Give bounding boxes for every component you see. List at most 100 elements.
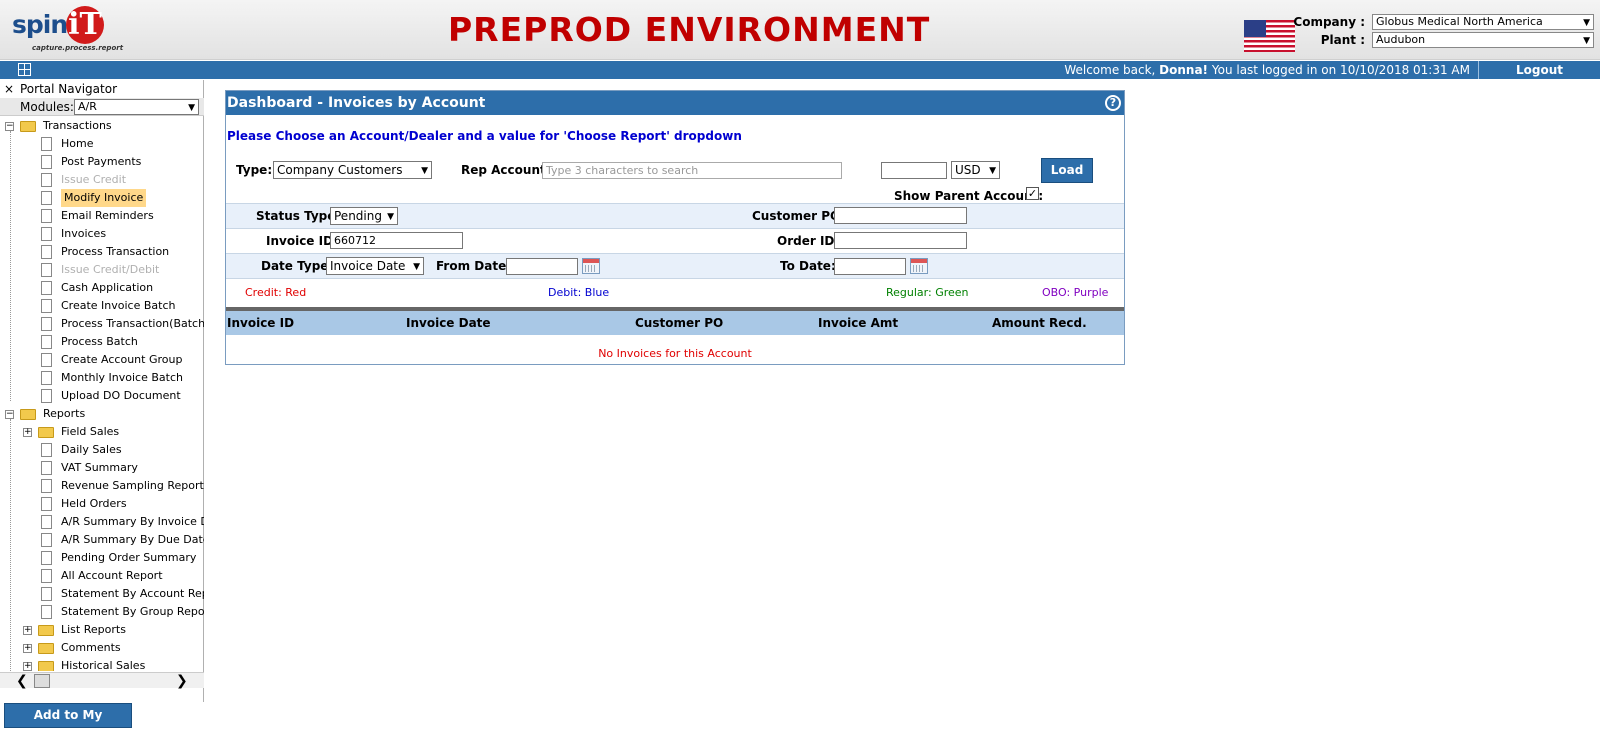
tree-folder-historical-sales[interactable]: + Historical Sales [0,657,204,671]
document-icon [41,389,52,403]
company-select[interactable]: Globus Medical North America ▼ [1372,14,1594,30]
invoice-id-input[interactable]: 660712 [330,232,463,249]
from-date-input[interactable] [506,258,578,275]
tree-item-revenue-sampling-report[interactable]: Revenue Sampling Report [0,477,204,495]
welcome-message: Welcome back, Donna! You last logged in … [1064,63,1470,77]
tree-item-all-account-report[interactable]: All Account Report [0,567,204,585]
tree-folder-list-reports[interactable]: + List Reports [0,621,204,639]
close-icon[interactable]: × [4,80,14,98]
tree-item-label: A/R Summary By Due Date [61,533,204,546]
document-icon [41,335,52,349]
add-to-favorites-button[interactable]: Add to My Favorites [4,703,132,745]
tree-folder-reports[interactable]: − Reports [0,405,204,423]
legend-credit: Credit: Red [245,286,307,299]
tree-item-label: Monthly Invoice Batch [61,371,183,384]
load-button[interactable]: Load [1041,158,1093,183]
amount-input[interactable] [881,162,947,179]
chevron-down-icon: ▼ [1583,18,1590,28]
tree-item-invoices[interactable]: Invoices [0,225,204,243]
tree-item-label: A/R Summary By Invoice Date [61,515,204,528]
collapse-icon[interactable]: − [5,410,14,419]
expand-icon[interactable]: + [23,644,32,653]
tree-item-process-transaction[interactable]: Process Transaction [0,243,204,261]
tree-folder-comments[interactable]: + Comments [0,639,204,657]
tree-item-label: Field Sales [61,425,120,438]
tree-folder-field-sales[interactable]: + Field Sales [0,423,204,441]
tree-item-held-orders[interactable]: Held Orders [0,495,204,513]
tree-item-create-invoice-batch[interactable]: Create Invoice Batch [0,297,204,315]
tree-item-pending-order-summary[interactable]: Pending Order Summary [0,549,204,567]
col-invoice-amt[interactable]: Invoice Amt [818,311,898,335]
top-nav-bar: Welcome back, Donna! You last logged in … [0,61,1600,79]
color-legend-row: Credit: Red Debit: Blue Regular: Green O… [226,278,1124,307]
col-invoice-id[interactable]: Invoice ID [227,311,294,335]
tree-item-statement-by-group-report[interactable]: Statement By Group Report [0,603,204,621]
type-select[interactable]: Company Customers ▼ [273,161,432,179]
logout-button[interactable]: Logout [1478,61,1600,79]
rep-account-input[interactable]: Type 3 characters to search [542,162,842,179]
empty-table-message: No Invoices for this Account [598,347,752,360]
tree-item-daily-sales[interactable]: Daily Sales [0,441,204,459]
tree-item-create-account-group[interactable]: Create Account Group [0,351,204,369]
tree-item-process-batch[interactable]: Process Batch [0,333,204,351]
rep-account-label: Rep Account: [461,163,551,177]
calendar-icon[interactable] [582,258,600,274]
col-invoice-date[interactable]: Invoice Date [406,311,491,335]
expand-icon[interactable]: + [23,428,32,437]
tree-item-label: List Reports [61,623,126,636]
grid-menu-icon[interactable] [18,63,31,76]
tree-item-label: Upload DO Document [61,389,181,402]
scroll-thumb[interactable] [34,674,50,688]
tree-item-modify-invoice[interactable]: Modify Invoice [0,189,204,207]
chevron-down-icon: ▼ [413,262,420,272]
date-type-select[interactable]: Invoice Date ▼ [326,257,424,275]
show-parent-checkbox[interactable]: ✓ [1026,187,1039,200]
folder-icon [20,409,36,420]
col-amount-recd[interactable]: Amount Recd. [992,311,1087,335]
panel-title: Dashboard - Invoices by Account ? [226,91,1124,115]
tree-item-email-reminders[interactable]: Email Reminders [0,207,204,225]
tree-guide-line [10,131,11,401]
tree-item-a-r-summary-by-invoice-date[interactable]: A/R Summary By Invoice Date [0,513,204,531]
scroll-left-icon[interactable]: ❮ [16,673,28,689]
col-customer-po[interactable]: Customer PO [635,311,723,335]
tree-item-upload-do-document[interactable]: Upload DO Document [0,387,204,405]
environment-banner: PREPROD ENVIRONMENT [448,10,931,49]
expand-icon[interactable]: + [23,626,32,635]
document-icon [41,227,52,241]
tree-item-vat-summary[interactable]: VAT Summary [0,459,204,477]
tree-item-post-payments[interactable]: Post Payments [0,153,204,171]
tree-item-home[interactable]: Home [0,135,204,153]
spineit-logo[interactable]: spine iT capture.process.report [12,6,124,54]
tree-item-a-r-summary-by-due-date[interactable]: A/R Summary By Due Date [0,531,204,549]
tree-item-label: Cash Application [61,281,154,294]
date-type-label: Date Type: [261,259,334,273]
tree-item-process-transaction-batch[interactable]: Process Transaction(Batch) [0,315,204,333]
modules-row: Modules: A/R ▼ [0,98,204,116]
tree-item-monthly-invoice-batch[interactable]: Monthly Invoice Batch [0,369,204,387]
to-date-input[interactable] [834,258,906,275]
tree-item-issue-credit: Issue Credit [0,171,204,189]
expand-icon[interactable]: + [23,662,32,671]
collapse-icon[interactable]: − [5,122,14,131]
tree-item-label: Invoices [61,227,107,240]
tree-item-statement-by-account-report[interactable]: Statement By Account Report [0,585,204,603]
horizontal-scrollbar[interactable]: ❮ ❯ [0,672,204,689]
tree-folder-transactions[interactable]: − Transactions [0,117,204,135]
tree-guide-line [10,419,11,671]
tree-item-label: Held Orders [61,497,127,510]
scroll-right-icon[interactable]: ❯ [176,673,188,689]
currency-select[interactable]: USD ▼ [951,161,1000,179]
help-icon[interactable]: ? [1105,95,1121,111]
modules-select[interactable]: A/R ▼ [74,99,199,115]
calendar-icon[interactable] [910,258,928,274]
plant-select[interactable]: Audubon ▼ [1372,32,1594,48]
tree-item-cash-application[interactable]: Cash Application [0,279,204,297]
tree-item-label: Issue Credit/Debit [61,263,160,276]
order-id-input[interactable] [834,232,967,249]
chevron-down-icon: ▼ [188,103,195,113]
status-type-select[interactable]: Pending ▼ [330,207,398,225]
customer-po-input[interactable] [834,207,967,224]
tree-item-label: Process Transaction [61,245,170,258]
legend-debit: Debit: Blue [548,286,610,299]
